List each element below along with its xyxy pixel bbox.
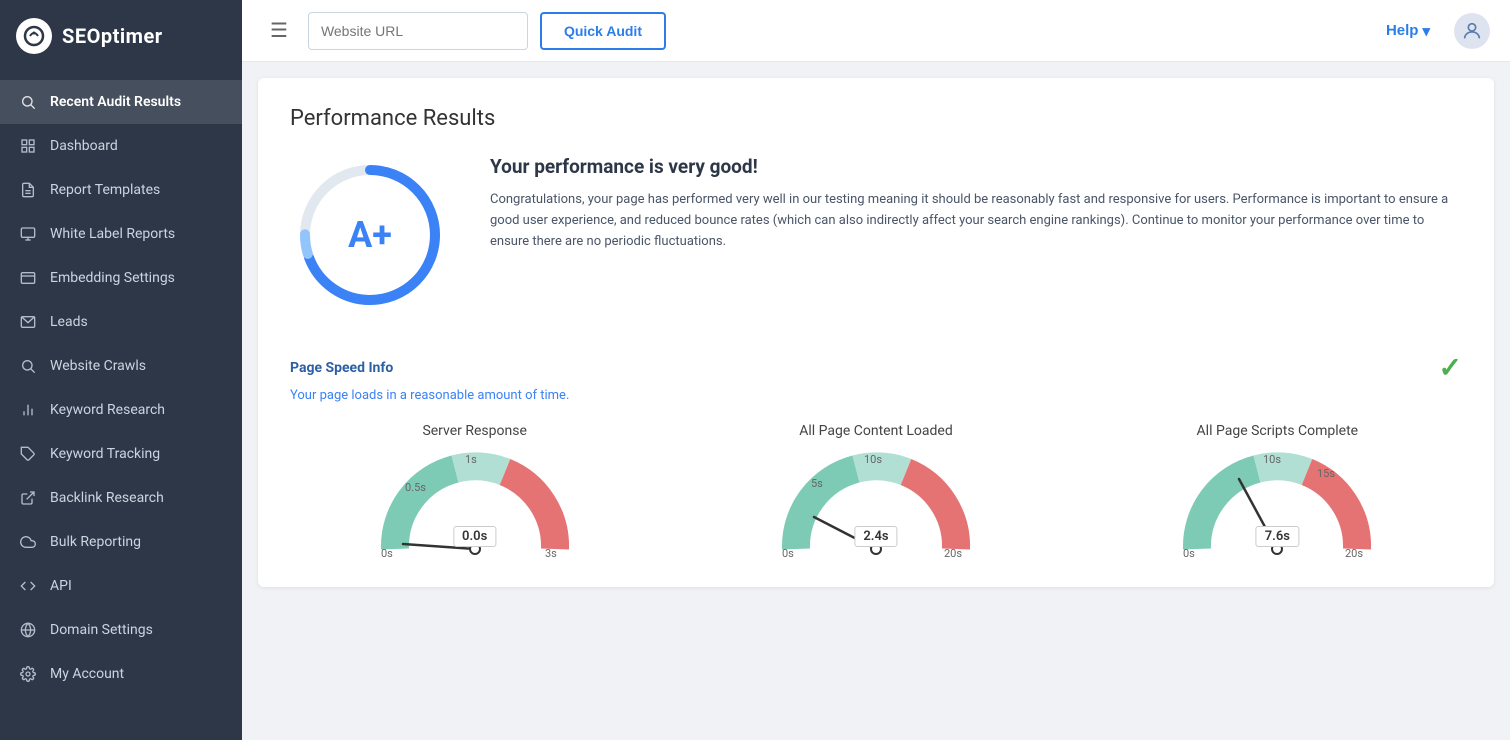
help-arrow-icon: ▾	[1422, 22, 1430, 40]
header: ☰ Quick Audit Help ▾	[242, 0, 1510, 62]
grade-letter: A+	[348, 214, 392, 256]
logo-area: SEOptimer	[0, 0, 242, 72]
sidebar-item-backlink-research[interactable]: Backlink Research	[0, 476, 242, 520]
page-speed-title: Page Speed Info	[290, 360, 393, 376]
svg-text:0s: 0s	[782, 547, 794, 559]
page-speed-subtitle: Your page loads in a reasonable amount o…	[290, 388, 1462, 403]
sidebar-item-domain-settings[interactable]: Domain Settings	[0, 608, 242, 652]
monitor-icon	[18, 224, 38, 244]
page-speed-header: Page Speed Info ✓	[290, 351, 1462, 384]
content-area: Performance Results A+	[242, 62, 1510, 740]
gauge-wrap-server: 0s 0.5s 1s 3s 0.0s	[375, 449, 575, 559]
sidebar-item-label: Keyword Tracking	[50, 446, 160, 462]
gauge-scripts-complete: All Page Scripts Complete 0s	[1093, 423, 1462, 559]
svg-text:10s: 10s	[864, 453, 882, 466]
sidebar-item-keyword-tracking[interactable]: Keyword Tracking	[0, 432, 242, 476]
performance-text: Your performance is very good! Congratul…	[490, 155, 1462, 252]
tag-icon	[18, 444, 38, 464]
svg-text:0s: 0s	[1183, 547, 1195, 559]
sidebar-item-leads[interactable]: Leads	[0, 300, 242, 344]
sidebar-item-recent-audit[interactable]: Recent Audit Results	[0, 80, 242, 124]
embed-icon	[18, 268, 38, 288]
sidebar-item-label: Domain Settings	[50, 622, 153, 638]
grid-icon	[18, 136, 38, 156]
gear-icon	[18, 664, 38, 684]
external-link-icon	[18, 488, 38, 508]
gauge-value-server: 0.0s	[453, 526, 496, 547]
sidebar-item-website-crawls[interactable]: Website Crawls	[0, 344, 242, 388]
sidebar-item-label: Report Templates	[50, 182, 160, 198]
gauge-server-response: Server Response 0s 0.	[290, 423, 659, 559]
sidebar-item-label: Recent Audit Results	[50, 94, 181, 110]
sidebar-item-dashboard[interactable]: Dashboard	[0, 124, 242, 168]
sidebar-item-white-label[interactable]: White Label Reports	[0, 212, 242, 256]
performance-header: A+ Your performance is very good! Congra…	[290, 155, 1462, 315]
sidebar-item-label: Keyword Research	[50, 402, 165, 418]
gauge-value-content: 2.4s	[854, 526, 897, 547]
gauge-label-content: All Page Content Loaded	[799, 423, 953, 439]
gauges-row: Server Response 0s 0.	[290, 423, 1462, 559]
help-label: Help	[1386, 22, 1419, 39]
user-avatar[interactable]	[1454, 13, 1490, 49]
sidebar-item-label: Dashboard	[50, 138, 118, 154]
svg-text:20s: 20s	[1345, 547, 1363, 559]
gauge-label-scripts: All Page Scripts Complete	[1197, 423, 1359, 439]
logo-text: SEOptimer	[62, 24, 163, 48]
gauge-wrap-content: 0s 5s 10s 20s 2.4s	[776, 449, 976, 559]
gauge-value-scripts: 7.6s	[1256, 526, 1299, 547]
mail-icon	[18, 312, 38, 332]
sidebar-navigation: Recent Audit Results Dashboard Report Te…	[0, 72, 242, 704]
sidebar: SEOptimer Recent Audit Results Dashboard…	[0, 0, 242, 740]
grade-circle: A+	[290, 155, 450, 315]
sidebar-item-label: My Account	[50, 666, 124, 682]
help-button[interactable]: Help ▾	[1386, 22, 1430, 40]
svg-text:20s: 20s	[944, 547, 962, 559]
page-speed-section: Page Speed Info ✓ Your page loads in a r…	[290, 351, 1462, 559]
performance-description: Congratulations, your page has performed…	[490, 190, 1462, 252]
gauge-content-loaded: All Page Content Loaded 0s	[691, 423, 1060, 559]
svg-text:15s: 15s	[1317, 467, 1335, 480]
sidebar-item-my-account[interactable]: My Account	[0, 652, 242, 696]
performance-headline: Your performance is very good!	[490, 155, 1462, 178]
quick-audit-button[interactable]: Quick Audit	[540, 12, 666, 50]
url-input[interactable]	[308, 12, 528, 50]
sidebar-item-label: Bulk Reporting	[50, 534, 141, 550]
main-area: ☰ Quick Audit Help ▾ Performance Results	[242, 0, 1510, 740]
checkmark-icon: ✓	[1439, 351, 1462, 384]
globe-icon	[18, 620, 38, 640]
sidebar-item-label: API	[50, 578, 72, 594]
section-title: Performance Results	[290, 106, 1462, 131]
svg-text:1s: 1s	[465, 453, 477, 466]
svg-text:10s: 10s	[1263, 453, 1281, 466]
cloud-icon	[18, 532, 38, 552]
sidebar-item-api[interactable]: API	[0, 564, 242, 608]
sidebar-item-label: Backlink Research	[50, 490, 164, 506]
bar-chart-icon	[18, 400, 38, 420]
svg-text:0s: 0s	[381, 547, 393, 559]
sidebar-item-label: White Label Reports	[50, 226, 175, 242]
code-icon	[18, 576, 38, 596]
hamburger-button[interactable]: ☰	[262, 14, 296, 47]
gauge-wrap-scripts: 0s 10s 15s 20s 7.6s	[1177, 449, 1377, 559]
svg-text:5s: 5s	[811, 477, 823, 490]
sidebar-item-bulk-reporting[interactable]: Bulk Reporting	[0, 520, 242, 564]
sidebar-item-label: Leads	[50, 314, 88, 330]
svg-text:3s: 3s	[545, 547, 557, 559]
file-edit-icon	[18, 180, 38, 200]
sidebar-item-report-templates[interactable]: Report Templates	[0, 168, 242, 212]
search-icon	[18, 92, 38, 112]
sidebar-item-keyword-research[interactable]: Keyword Research	[0, 388, 242, 432]
logo-icon	[16, 18, 52, 54]
search-circle-icon	[18, 356, 38, 376]
content-panel: Performance Results A+	[258, 78, 1494, 587]
sidebar-item-label: Embedding Settings	[50, 270, 175, 286]
svg-text:0.5s: 0.5s	[405, 481, 426, 494]
gauge-label-server: Server Response	[422, 423, 526, 439]
sidebar-item-embedding[interactable]: Embedding Settings	[0, 256, 242, 300]
sidebar-item-label: Website Crawls	[50, 358, 146, 374]
